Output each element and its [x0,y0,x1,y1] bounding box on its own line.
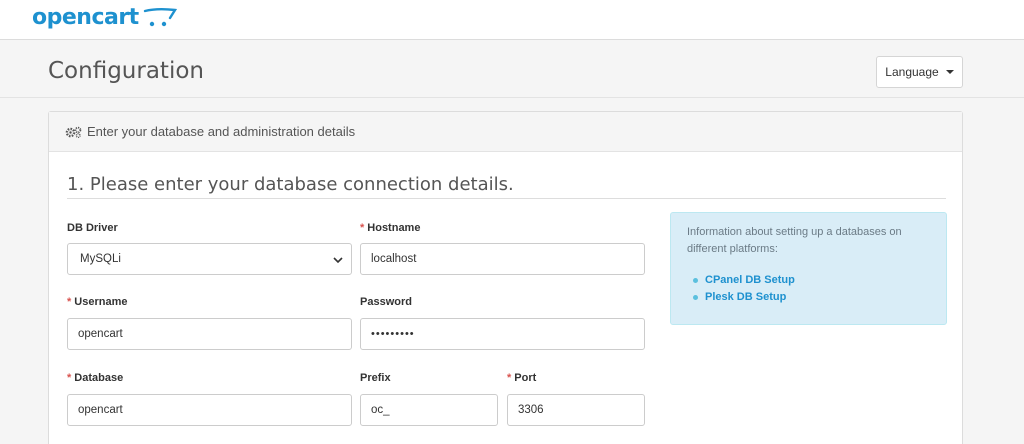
info-text: Information about setting up a databases… [687,226,902,255]
password-input[interactable]: ••••••••• [360,318,645,350]
hostname-value: localhost [371,253,417,265]
caret-down-icon [945,70,954,74]
username-input[interactable]: opencart [67,318,352,350]
required-marker: * [67,372,72,384]
port-label: * Port [507,372,537,384]
password-value: ••••••••• [371,328,415,340]
username-value: opencart [78,328,123,340]
language-label: Language [885,65,939,79]
gears-icon [65,126,82,138]
logo-text: opencart [32,5,139,30]
port-input[interactable]: 3306 [507,394,645,426]
language-dropdown-button[interactable]: Language [876,56,963,88]
panel-heading: Enter your database and administration d… [49,112,962,152]
cart-icon [143,7,177,26]
required-marker: * [507,372,512,384]
prefix-input[interactable]: oc_ [360,394,498,426]
database-label: * Database [67,372,124,384]
section-divider [67,198,946,199]
database-value: opencart [78,404,123,416]
info-link-list: CPanel DB Setup Plesk DB Setup [687,272,930,305]
password-label: Password [360,296,412,308]
cpanel-db-setup-link[interactable]: CPanel DB Setup [705,274,795,286]
prefix-value: oc_ [371,404,390,416]
plesk-db-setup-link[interactable]: Plesk DB Setup [705,291,786,303]
port-value: 3306 [518,404,544,416]
db-driver-select[interactable]: MySQLi [67,243,352,275]
db-driver-value: MySQLi [80,253,121,265]
top-navbar: opencart [0,0,1024,40]
opencart-logo[interactable]: opencart [32,5,177,30]
required-marker: * [360,222,365,234]
prefix-label: Prefix [360,372,391,384]
panel-heading-text: Enter your database and administration d… [87,124,356,139]
database-info-alert: Information about setting up a databases… [670,212,947,325]
page-title: Configuration [48,58,204,84]
page-header: Configuration Language [0,40,1024,98]
hostname-label: * Hostname [360,222,421,234]
required-marker: * [67,296,72,308]
database-input[interactable]: opencart [67,394,352,426]
list-item: Plesk DB Setup [693,289,930,306]
db-driver-label: DB Driver [67,222,118,234]
hostname-input[interactable]: localhost [360,243,645,275]
configuration-panel: Enter your database and administration d… [48,111,963,444]
chevron-down-icon [333,257,343,264]
username-label: * Username [67,296,128,308]
section-title: 1. Please enter your database connection… [67,174,514,195]
list-item: CPanel DB Setup [693,272,930,289]
